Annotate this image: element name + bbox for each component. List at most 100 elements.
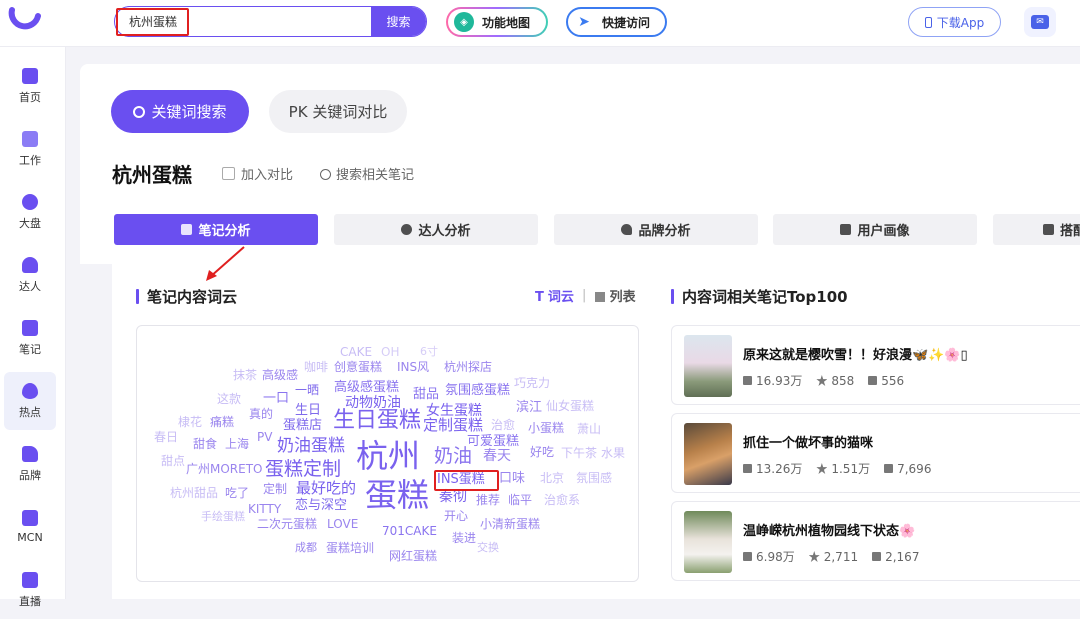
cloud-word[interactable]: 生日 <box>295 404 321 417</box>
cloud-word[interactable]: 可爱蛋糕 <box>467 435 519 448</box>
cloud-word[interactable]: 开心 <box>444 510 468 522</box>
cloud-word[interactable]: CAKE <box>340 346 372 358</box>
sidebar-item-work[interactable]: 工作 <box>4 120 56 178</box>
cloud-word[interactable]: INS风 <box>397 361 429 373</box>
cloud-word[interactable]: 生日蛋糕 <box>333 410 421 432</box>
cloud-word[interactable]: 吃了 <box>225 487 249 499</box>
cloud-word[interactable]: INS蛋糕 <box>437 473 485 486</box>
cloud-word[interactable]: 小蛋糕 <box>528 422 564 434</box>
cloud-word[interactable]: 下午茶 <box>561 447 597 459</box>
top-bar: 搜索 ◈ 功能地图 ➤ 快捷访问 下载App ✉ <box>0 0 1080 47</box>
toggle-cloud[interactable]: T 词云 <box>535 286 574 305</box>
cloud-word[interactable]: 一口 <box>263 392 289 405</box>
cloud-word[interactable]: 蛋糕定制 <box>265 460 341 479</box>
cloud-word[interactable]: 甜点 <box>161 455 185 467</box>
cloud-word[interactable]: 治愈 <box>491 419 515 431</box>
cloud-word[interactable]: PV <box>257 431 272 443</box>
cloud-word[interactable]: 好吃 <box>530 446 554 458</box>
cloud-word[interactable]: 定制 <box>263 483 287 495</box>
sidebar-item-brand[interactable]: 品牌 <box>4 435 56 493</box>
cloud-word[interactable]: 小清新蛋糕 <box>480 518 540 530</box>
cloud-word[interactable]: 最好吃的 <box>296 481 356 496</box>
cloud-word[interactable]: 广州MORETO <box>186 463 263 475</box>
tab-keyword-search[interactable]: 关键词搜索 <box>111 90 249 133</box>
cloud-word[interactable]: 仙女蛋糕 <box>546 400 594 412</box>
cloud-word[interactable]: 一晒 <box>295 384 319 396</box>
cloud-word[interactable]: 氛围感蛋糕 <box>445 384 510 397</box>
cloud-word[interactable]: 杭州 <box>356 440 420 472</box>
search-input[interactable] <box>115 7 373 36</box>
cloud-word[interactable]: 春日 <box>154 431 178 443</box>
subtab-pairing[interactable]: 搭配 <box>993 214 1080 245</box>
cloud-word[interactable]: 装进 <box>452 532 476 544</box>
subtab-note-analysis[interactable]: 笔记分析 <box>114 214 318 245</box>
feature-map-button[interactable]: ◈ 功能地图 <box>446 7 548 37</box>
tab-keyword-pk[interactable]: PK 关键词对比 <box>269 90 407 133</box>
subtab-influencer-analysis[interactable]: 达人分析 <box>334 214 538 245</box>
cloud-word[interactable]: 高级感 <box>262 369 298 381</box>
cloud-word[interactable]: 治愈系 <box>544 494 580 506</box>
sidebar-item-home[interactable]: 首页 <box>4 57 56 115</box>
mail-button[interactable]: ✉ <box>1024 7 1056 37</box>
sidebar-item-live[interactable]: 直播 <box>4 561 56 619</box>
cloud-word[interactable]: 氛围感 <box>576 472 612 484</box>
cloud-word[interactable]: 临平 <box>508 494 532 506</box>
cloud-word[interactable]: 701CAKE <box>382 525 437 537</box>
cloud-word[interactable]: 蛋糕 <box>365 479 429 511</box>
cloud-word[interactable]: 手绘蛋糕 <box>201 511 245 522</box>
sidebar-item-influencer[interactable]: 达人 <box>4 246 56 304</box>
cloud-word[interactable]: LOVE <box>327 518 358 530</box>
app-logo-icon[interactable] <box>8 6 42 36</box>
subtab-brand-analysis[interactable]: 品牌分析 <box>554 214 758 245</box>
cloud-word[interactable]: 萧山 <box>577 423 601 435</box>
cloud-word[interactable]: 甜品 <box>413 388 439 401</box>
search-button[interactable]: 搜索 <box>371 7 426 36</box>
download-app-button[interactable]: 下载App <box>908 7 1001 37</box>
quick-access-button[interactable]: ➤ 快捷访问 <box>566 7 667 37</box>
cloud-word[interactable]: 口味 <box>499 472 525 485</box>
cloud-word[interactable]: KITTY <box>248 503 281 515</box>
cloud-word[interactable]: 蛋糕店 <box>283 419 322 432</box>
cloud-word[interactable]: 奶油蛋糕 <box>277 438 345 455</box>
cloud-word[interactable]: 痛糕 <box>210 416 234 428</box>
cloud-word[interactable]: 成都 <box>295 542 317 553</box>
sidebar-item-hot[interactable]: 热点 <box>4 372 56 430</box>
cloud-word[interactable]: 真的 <box>249 408 273 420</box>
sidebar-item-notes[interactable]: 笔记 <box>4 309 56 367</box>
sidebar-item-overview[interactable]: 大盘 <box>4 183 56 241</box>
search-notes-link[interactable]: 搜索相关笔记 <box>320 164 414 183</box>
cloud-word[interactable]: 滨江 <box>516 401 542 414</box>
cloud-word[interactable]: 交换 <box>477 542 499 553</box>
cloud-word[interactable]: 高级感蛋糕 <box>334 381 399 394</box>
add-compare-checkbox[interactable]: 加入对比 <box>222 164 293 183</box>
cloud-word[interactable]: 杭州探店 <box>444 361 492 373</box>
cloud-word[interactable]: 定制蛋糕 <box>423 418 483 433</box>
cloud-word[interactable]: OH <box>381 346 399 358</box>
cloud-word[interactable]: 这款 <box>217 393 241 405</box>
cloud-word[interactable]: 棣花 <box>178 416 202 428</box>
note-card[interactable]: 原来这就是樱吹雪！！好浪漫🦋✨🌸▯ 16.93万 858 556 <box>671 325 1080 405</box>
cloud-word[interactable]: 恋与深空 <box>295 499 347 512</box>
cloud-word[interactable]: 北京 <box>540 472 564 484</box>
cloud-word[interactable]: 秦彻 <box>439 490 467 504</box>
cloud-word[interactable]: 上海 <box>225 438 249 450</box>
cloud-word[interactable]: 网红蛋糕 <box>389 550 437 562</box>
cloud-word[interactable]: 春天 <box>483 449 511 463</box>
cloud-word[interactable]: 奶油 <box>434 447 472 466</box>
sidebar-item-mcn[interactable]: MCN <box>4 498 56 556</box>
note-card[interactable]: 温峥嵘杭州植物园线下状态🌸 6.98万 2,711 2,167 <box>671 501 1080 581</box>
cloud-word[interactable]: 抹茶 <box>233 369 257 381</box>
cloud-word[interactable]: 咖啡 <box>304 361 328 373</box>
cloud-word[interactable]: 甜食 <box>193 438 217 450</box>
toggle-list[interactable]: 列表 <box>594 286 636 305</box>
cloud-word[interactable]: 二次元蛋糕 <box>257 518 317 530</box>
cloud-word[interactable]: 巧克力 <box>514 377 550 389</box>
cloud-word[interactable]: 推荐 <box>476 494 500 506</box>
subtab-user-profile[interactable]: 用户画像 <box>773 214 977 245</box>
cloud-word[interactable]: 蛋糕培训 <box>326 542 374 554</box>
cloud-word[interactable]: 杭州甜品 <box>170 487 218 499</box>
cloud-word[interactable]: 6寸 <box>420 346 438 357</box>
cloud-word[interactable]: 水果 <box>601 447 625 459</box>
note-card[interactable]: 抓住一个做坏事的猫咪 13.26万 1.51万 7,696 <box>671 413 1080 493</box>
cloud-word[interactable]: 创意蛋糕 <box>334 361 382 373</box>
